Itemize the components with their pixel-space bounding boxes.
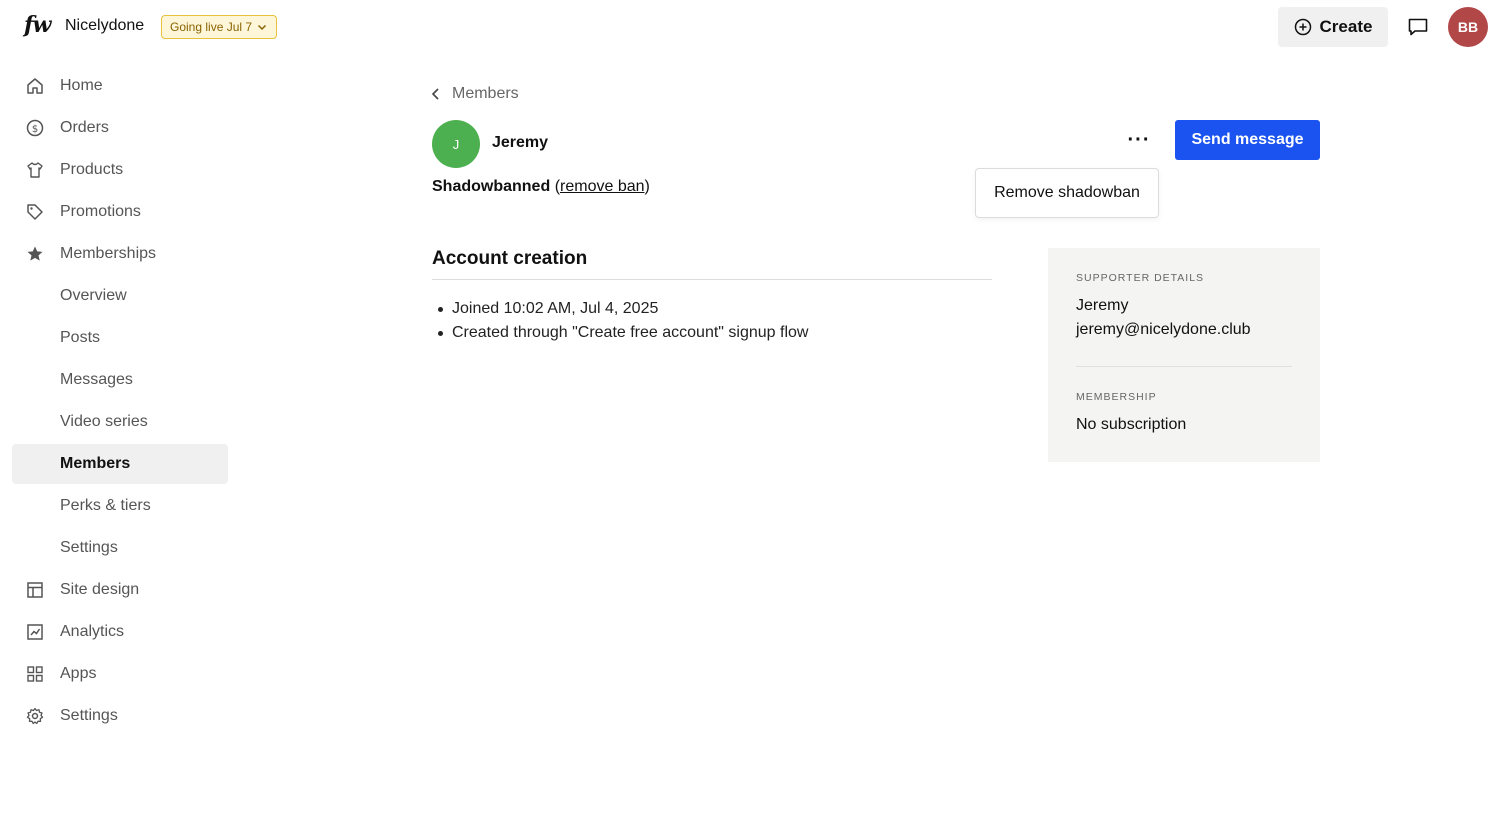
sidebar-item-overview[interactable]: Overview <box>12 276 228 316</box>
sidebar-item-perks-tiers[interactable]: Perks & tiers <box>12 486 228 526</box>
sidebar-item-label: Perks & tiers <box>60 497 151 514</box>
member-name: Jeremy <box>492 134 549 151</box>
sidebar-item-label: Settings <box>60 707 118 724</box>
sidebar-item-membership-settings[interactable]: Settings <box>12 528 228 568</box>
sidebar-item-posts[interactable]: Posts <box>12 318 228 358</box>
shadowban-status: Shadowbanned (remove ban) <box>432 178 650 196</box>
membership-label: Membership <box>1076 391 1157 403</box>
chart-icon <box>27 624 43 640</box>
section-divider <box>432 279 992 280</box>
star-icon <box>27 246 43 261</box>
sidebar-item-orders[interactable]: $ Orders <box>12 108 228 148</box>
sidebar-item-label: Orders <box>60 119 109 136</box>
dollar-icon: $ <box>26 119 44 137</box>
remove-ban-link[interactable]: remove ban <box>560 178 645 195</box>
chevron-down-icon <box>258 24 267 31</box>
supporter-name: Jeremy <box>1076 297 1129 314</box>
send-message-button[interactable]: Send message <box>1175 120 1320 160</box>
account-creation-list: Joined 10:02 AM, Jul 4, 2025 Created thr… <box>436 297 808 345</box>
chat-icon[interactable] <box>1406 15 1430 39</box>
supporter-details-card: Supporter details Jeremy jeremy@nicelydo… <box>1048 248 1320 462</box>
list-item: Created through "Create free account" si… <box>436 321 808 345</box>
member-avatar: J <box>432 120 480 168</box>
sidebar-item-label: Messages <box>60 371 133 388</box>
sidebar-item-label: Products <box>60 161 124 178</box>
create-label: Create <box>1319 17 1373 36</box>
sidebar-item-video-series[interactable]: Video series <box>12 402 228 442</box>
sidebar-item-label: Settings <box>60 539 118 556</box>
sidebar-item-label: Posts <box>60 329 101 346</box>
sidebar-item-label: Promotions <box>60 203 141 220</box>
sidebar-item-home[interactable]: Home <box>12 66 228 106</box>
site-name[interactable]: Nicelydone <box>65 17 144 35</box>
sidebar-item-label: Overview <box>60 287 127 304</box>
tag-icon <box>27 204 43 220</box>
sidebar-item-label: Site design <box>60 581 140 598</box>
status-label: Shadowbanned <box>432 178 551 195</box>
home-icon <box>27 78 43 94</box>
sidebar-nav: Home $ Orders Products Promotions Member… <box>12 66 228 738</box>
user-avatar[interactable]: BB <box>1448 7 1488 47</box>
sidebar-item-analytics[interactable]: Analytics <box>12 612 228 652</box>
account-creation-heading: Account creation <box>432 248 588 269</box>
sidebar-item-settings[interactable]: Settings <box>12 696 228 736</box>
card-divider <box>1076 366 1292 367</box>
breadcrumb-label: Members <box>452 85 519 102</box>
sidebar-item-messages[interactable]: Messages <box>12 360 228 400</box>
chevron-left-icon <box>431 88 439 100</box>
sidebar-item-promotions[interactable]: Promotions <box>12 192 228 232</box>
membership-value: No subscription <box>1076 416 1187 433</box>
sidebar-item-label: Video series <box>60 413 148 430</box>
plus-circle-icon <box>1294 18 1311 36</box>
sidebar-item-members[interactable]: Members <box>12 444 228 484</box>
sidebar-item-label: Apps <box>60 665 97 682</box>
supporter-email: jeremy@nicelydone.club <box>1076 321 1251 338</box>
more-options-menu: Remove shadowban <box>975 168 1159 218</box>
sidebar-item-label: Memberships <box>60 245 157 262</box>
gear-icon <box>26 707 44 725</box>
list-item: Joined 10:02 AM, Jul 4, 2025 <box>436 297 808 321</box>
going-live-badge[interactable]: Going live Jul 7 <box>161 15 278 39</box>
sidebar-item-label: Home <box>60 77 103 94</box>
sidebar-item-apps[interactable]: Apps <box>12 654 228 694</box>
sidebar-item-label: Analytics <box>60 623 125 640</box>
status-close-paren: ) <box>644 178 650 195</box>
more-options-button[interactable]: ··· <box>1120 126 1158 154</box>
apps-icon <box>27 666 43 682</box>
supporter-details-label: Supporter details <box>1076 272 1205 284</box>
app-logo[interactable]: fw <box>24 12 51 38</box>
going-live-label: Going live Jul 7 <box>170 20 253 34</box>
shirt-icon <box>27 162 43 178</box>
layout-icon <box>27 582 43 598</box>
remove-shadowban-menu-item[interactable]: Remove shadowban <box>994 184 1140 202</box>
sidebar-item-site-design[interactable]: Site design <box>12 570 228 610</box>
sidebar-item-memberships[interactable]: Memberships <box>12 234 228 274</box>
breadcrumb[interactable]: Members <box>430 85 519 103</box>
svg-text:$: $ <box>32 124 38 135</box>
create-button[interactable]: Create <box>1278 7 1388 47</box>
sidebar-item-products[interactable]: Products <box>12 150 228 190</box>
sidebar-item-label: Members <box>60 455 131 472</box>
